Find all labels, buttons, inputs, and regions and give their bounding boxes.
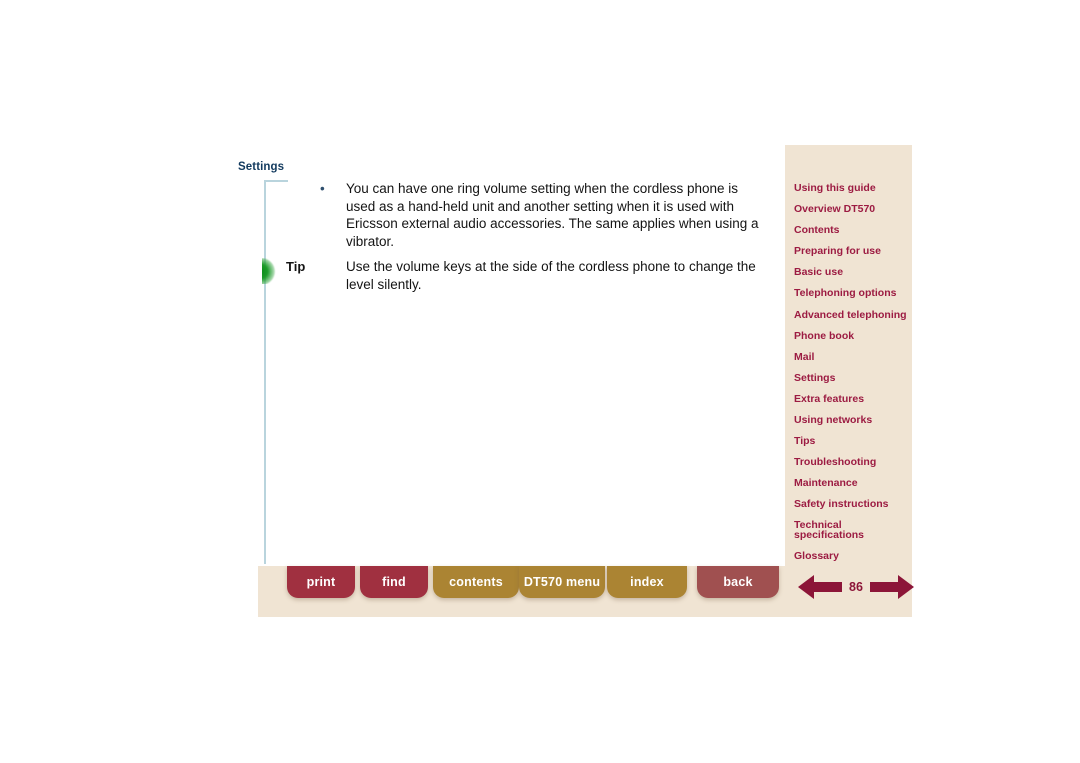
sidebar-item-phone-book[interactable]: Phone book bbox=[785, 330, 912, 342]
pdf-page-viewer: Settings • You can have one ring volume … bbox=[0, 0, 1080, 763]
chapter-navigation-sidebar: Using this guide Overview DT570 Contents… bbox=[785, 145, 912, 566]
tab-find[interactable]: find bbox=[360, 566, 428, 598]
green-dot-icon bbox=[262, 258, 275, 284]
left-margin-rule bbox=[264, 180, 266, 564]
tip-icon-clip bbox=[262, 258, 276, 284]
sidebar-item-basic-use[interactable]: Basic use bbox=[785, 266, 912, 278]
arrow-right-icon[interactable] bbox=[870, 574, 914, 600]
tab-index[interactable]: index bbox=[607, 566, 687, 598]
sidebar-item-mail[interactable]: Mail bbox=[785, 351, 912, 363]
sidebar-item-preparing-for-use[interactable]: Preparing for use bbox=[785, 245, 912, 257]
page-number: 86 bbox=[849, 580, 863, 594]
sidebar-item-telephoning-options[interactable]: Telephoning options bbox=[785, 287, 912, 299]
sidebar-item-extra-features[interactable]: Extra features bbox=[785, 393, 912, 405]
left-margin-rule-cap bbox=[264, 180, 288, 182]
tip-label: Tip bbox=[286, 259, 306, 274]
sidebar-item-maintenance[interactable]: Maintenance bbox=[785, 477, 912, 489]
sidebar-item-using-this-guide[interactable]: Using this guide bbox=[785, 182, 912, 194]
page-navigation: 86 bbox=[798, 570, 914, 604]
list-item: • You can have one ring volume setting w… bbox=[318, 180, 770, 250]
sidebar-item-overview-dt570[interactable]: Overview DT570 bbox=[785, 203, 912, 215]
sidebar-item-advanced-telephoning[interactable]: Advanced telephoning bbox=[785, 309, 912, 321]
tab-dt570-menu[interactable]: DT570 menu bbox=[519, 566, 605, 598]
bullet-point-icon: • bbox=[320, 181, 325, 196]
page-title: Settings bbox=[238, 161, 285, 173]
sidebar-item-technical-specifications[interactable]: Technical specifications bbox=[785, 519, 912, 541]
arrow-left-icon[interactable] bbox=[798, 574, 842, 600]
sidebar-item-troubleshooting[interactable]: Troubleshooting bbox=[785, 456, 912, 468]
tip-callout: Tip Use the volume keys at the side of t… bbox=[262, 258, 772, 293]
sidebar-item-tips[interactable]: Tips bbox=[785, 435, 912, 447]
sidebar-item-safety-instructions[interactable]: Safety instructions bbox=[785, 498, 912, 510]
tab-print[interactable]: print bbox=[287, 566, 355, 598]
sidebar-item-contents[interactable]: Contents bbox=[785, 224, 912, 236]
tip-body-text: Use the volume keys at the side of the c… bbox=[346, 259, 756, 292]
sidebar-item-settings[interactable]: Settings bbox=[785, 372, 912, 384]
tab-contents[interactable]: contents bbox=[433, 566, 519, 598]
sidebar-item-using-networks[interactable]: Using networks bbox=[785, 414, 912, 426]
bullet-body-text: You can have one ring volume setting whe… bbox=[346, 181, 759, 249]
bullet-paragraph: • You can have one ring volume setting w… bbox=[318, 180, 770, 250]
tab-back[interactable]: back bbox=[697, 566, 779, 598]
sidebar-item-glossary[interactable]: Glossary bbox=[785, 550, 912, 562]
